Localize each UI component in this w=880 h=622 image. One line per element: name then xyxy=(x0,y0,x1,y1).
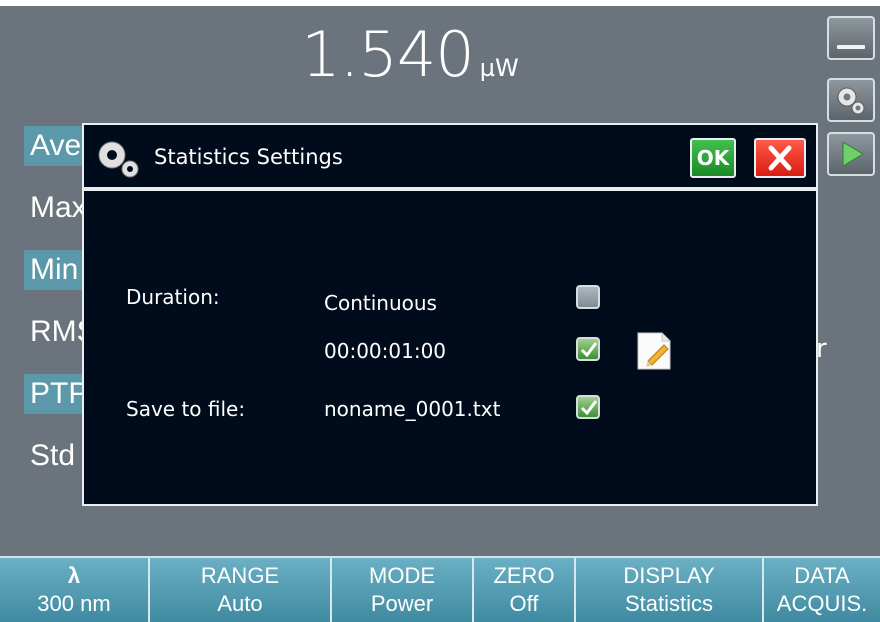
display-key[interactable]: DISPLAY Statistics xyxy=(576,558,764,622)
settings-gears-icon xyxy=(98,141,139,178)
key-title: DISPLAY xyxy=(623,563,715,588)
stat-row-max[interactable]: Max xyxy=(24,188,87,228)
wavelength-key[interactable]: λ 300 nm xyxy=(0,558,150,622)
reading-unit: µW xyxy=(479,54,519,82)
duration-time-checkbox[interactable] xyxy=(576,337,600,361)
key-value: Off xyxy=(509,591,539,616)
continuous-label: Continuous xyxy=(324,291,437,315)
continuous-checkbox[interactable] xyxy=(576,285,600,309)
run-button[interactable] xyxy=(827,132,875,176)
check-icon xyxy=(580,342,598,358)
save-to-file-label: Save to file: xyxy=(126,397,246,421)
zero-key[interactable]: ZERO Off xyxy=(474,558,576,622)
key-title: RANGE xyxy=(200,563,280,588)
stat-label: PTP xyxy=(30,377,89,410)
close-icon xyxy=(768,145,792,171)
range-key[interactable]: RANGE Auto xyxy=(150,558,332,622)
reading-value: 1.540 xyxy=(301,18,474,91)
stat-label: Max xyxy=(30,191,87,224)
bottom-softkey-bar: λ 300 nm RANGE Auto MODE Power ZERO Off … xyxy=(0,556,880,622)
statistics-settings-dialog: Statistics Settings OK Duration: Continu… xyxy=(82,123,818,506)
dialog-titlebar: Statistics Settings OK xyxy=(84,125,816,187)
duration-time-value: 00:00:01:00 xyxy=(324,339,447,363)
filename-field[interactable]: noname_0001.txt xyxy=(324,397,500,421)
stat-label: Min xyxy=(30,253,79,286)
key-title: MODE xyxy=(369,563,435,588)
save-to-file-checkbox[interactable] xyxy=(576,395,600,419)
power-reading: 1.540 µW xyxy=(0,18,820,91)
key-title: DATA xyxy=(794,563,850,588)
cancel-button[interactable] xyxy=(754,138,806,178)
key-title: λ xyxy=(67,563,81,588)
stat-label: Std xyxy=(30,439,76,472)
settings-button[interactable] xyxy=(827,78,875,122)
play-icon xyxy=(842,141,864,167)
stat-row-rms[interactable]: RMS xyxy=(24,312,97,352)
data-acquisition-key[interactable]: DATA ACQUIS. xyxy=(764,558,880,622)
key-value: Auto xyxy=(217,591,263,616)
dialog-title: Statistics Settings xyxy=(154,145,343,169)
stat-row-std[interactable]: Std xyxy=(24,436,84,476)
minimize-icon xyxy=(837,45,865,49)
top-strip xyxy=(0,0,880,6)
minimize-button[interactable] xyxy=(827,16,875,60)
ok-button[interactable]: OK xyxy=(690,138,736,178)
mode-key[interactable]: MODE Power xyxy=(332,558,474,622)
key-value: ACQUIS. xyxy=(776,591,868,616)
title-separator xyxy=(84,187,816,191)
key-value: Power xyxy=(370,591,434,616)
key-value: Statistics xyxy=(624,591,714,616)
key-value: 300 nm xyxy=(37,591,111,616)
stat-label: Ave xyxy=(30,129,82,162)
instrument-screen: 1.540 µW Ave Max Min RMS PTP Std r Stati… xyxy=(0,0,880,622)
edit-icon[interactable] xyxy=(634,331,676,371)
check-icon xyxy=(580,400,598,416)
key-title: ZERO xyxy=(493,563,555,588)
duration-label: Duration: xyxy=(126,285,220,309)
settings-gears-icon xyxy=(837,87,865,115)
